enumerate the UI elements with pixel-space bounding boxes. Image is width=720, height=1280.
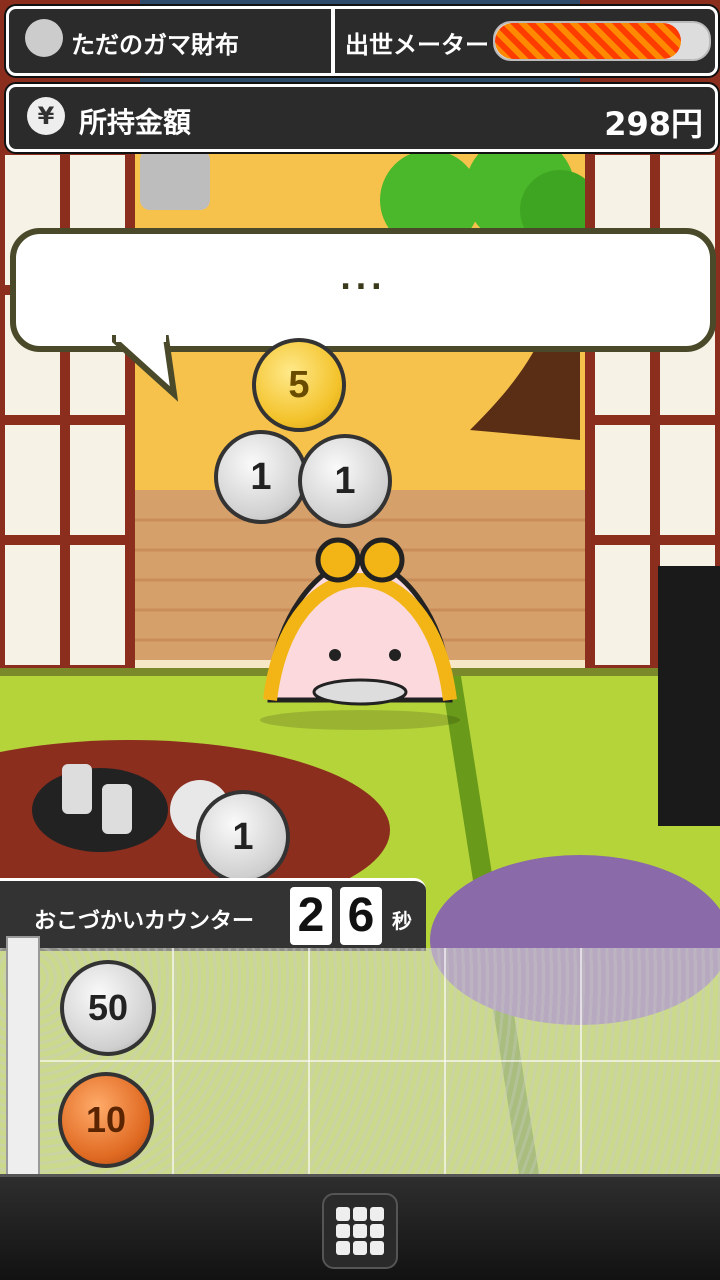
scroll-handle[interactable] <box>6 936 40 1180</box>
wallet-name: ただのガマ財布 <box>71 31 239 59</box>
bottom-bar <box>0 1174 720 1280</box>
speech-bubble-tail <box>112 332 179 402</box>
frog-purse-icon <box>25 19 63 57</box>
promotion-meter <box>493 21 711 61</box>
counter-unit: 秒 <box>392 909 412 933</box>
coin-50-yen[interactable]: 50 <box>60 960 156 1056</box>
allowance-counter: おこづかいカウンター 2 6 秒 <box>0 878 426 951</box>
money-value: 298円 <box>604 105 703 143</box>
coin-1-yen[interactable]: 1 <box>214 430 308 524</box>
wallet-status-bar: ただのガマ財布 出世メーター <box>6 6 718 76</box>
money-label: 所持金額 <box>79 106 192 139</box>
money-bar: ¥ 所持金額 298円 <box>6 84 718 152</box>
game-scene: ただのガマ財布 出世メーター ¥ 所持金額 298円 ... 5 1 1 1 お… <box>0 0 720 1280</box>
yen-icon: ¥ <box>27 97 65 135</box>
counter-digit: 2 <box>290 887 332 945</box>
bar-divider <box>331 9 335 73</box>
counter-label: おこづかいカウンター <box>34 909 255 934</box>
coin-1-yen[interactable]: 1 <box>196 790 290 884</box>
speech-text: ... <box>339 262 387 297</box>
coin-1-yen[interactable]: 1 <box>298 434 392 528</box>
menu-grid-button[interactable] <box>322 1193 398 1269</box>
coin-5-yen[interactable]: 5 <box>252 338 346 432</box>
counter-digit: 6 <box>340 887 382 945</box>
tray-grid-line <box>36 1060 720 1062</box>
coin-10-yen[interactable]: 10 <box>58 1072 154 1168</box>
promotion-meter-label: 出世メーター <box>345 31 489 59</box>
promotion-meter-fill <box>495 23 682 59</box>
